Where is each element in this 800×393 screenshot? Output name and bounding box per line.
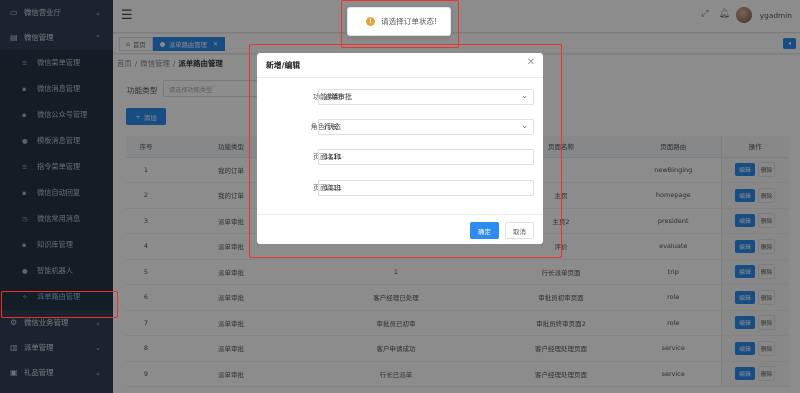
warning-icon: ! [366, 17, 375, 26]
name-input[interactable]: 1111 [318, 149, 534, 165]
warning-toast: ! 请选择订单状态! [347, 7, 451, 36]
edit-dialog: 新增/编辑 ✕ 功能类型 派单审批 ⌄ 角色/状态 行长 ⌄ 页面名称 1111 页… [257, 53, 543, 244]
chevron-down-icon: ⌄ [521, 91, 528, 100]
app-root: ▭ 微信营业厅 ⌄ ▤ 微信管理 ⌃ ≡ 微信菜单管理 ▪ 微信消息管理 ▪ 微信公众号管理 … [0, 0, 800, 393]
divider [257, 214, 543, 215]
ok-button[interactable]: 确定 [470, 222, 499, 239]
chevron-down-icon: ⌄ [521, 121, 528, 130]
route-input[interactable]: 1111 [318, 180, 534, 196]
type-select[interactable]: 派单审批 ⌄ [318, 89, 534, 105]
dialog-title: 新增/编辑 [266, 61, 301, 70]
close-icon[interactable]: ✕ [527, 57, 535, 68]
cancel-button[interactable]: 取消 [505, 222, 534, 239]
divider [257, 77, 543, 78]
role-select[interactable]: 行长 ⌄ [318, 119, 534, 135]
